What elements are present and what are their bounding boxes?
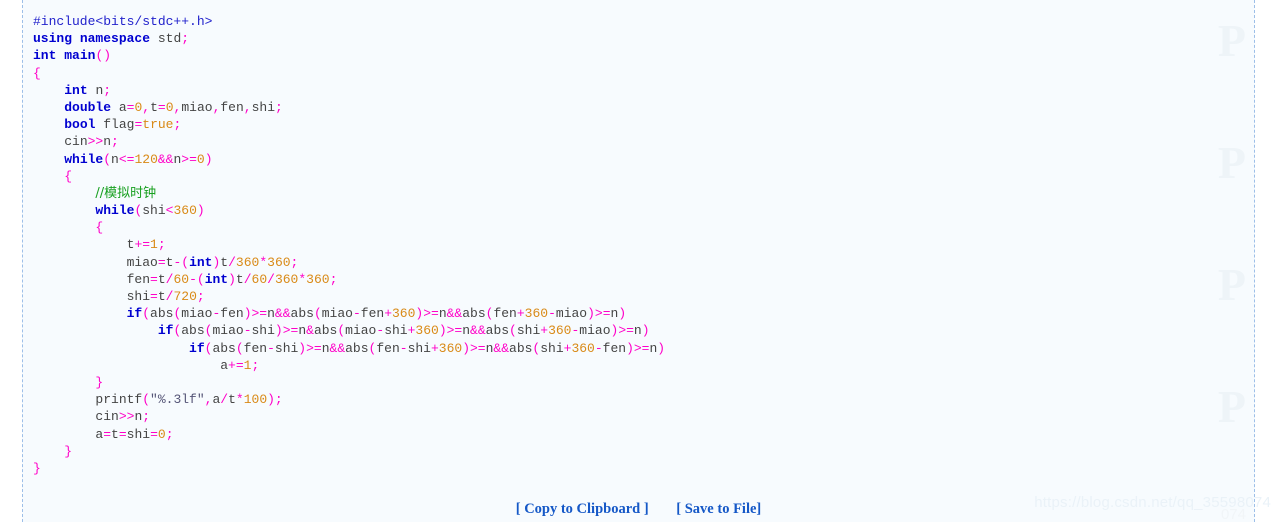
code-comment: //模拟时钟 <box>95 185 157 201</box>
code-panel: P P P P #include<bits/stdc++.h> using nam… <box>22 0 1255 522</box>
code-line: using namespace std; <box>33 31 190 47</box>
code-line: shi=t/720; <box>126 289 205 304</box>
code-line: miao=t-(int)t/360*360; <box>126 254 299 270</box>
code-line: { <box>95 220 104 236</box>
copy-to-clipboard-link[interactable]: [ Copy to Clipboard ] <box>516 501 649 517</box>
code-line: a=t=shi=0; <box>95 426 174 442</box>
code-line: fen=t/60-(int)t/60/360*360; <box>126 271 338 287</box>
code-line: a+=1; <box>220 357 260 373</box>
code-line: } <box>33 460 41 476</box>
code-line: double a=0,t=0,miao,fen,shi; <box>64 99 283 115</box>
code-text[interactable]: #include<bits/stdc++.h> using namespace s… <box>33 13 665 477</box>
code-line: if(abs(miao-shi)>=n&abs(miao-shi+360)>=n… <box>157 323 650 339</box>
code-line: bool flag=true; <box>64 117 182 133</box>
code-listing[interactable]: #include<bits/stdc++.h> using namespace s… <box>33 13 665 477</box>
watermark-letter-column: P P P P <box>1208 0 1248 522</box>
code-line: if(abs(fen-shi)>=n&&abs(fen-shi+360)>=n&… <box>189 340 666 356</box>
code-line: int n; <box>64 82 112 98</box>
save-to-file-link[interactable]: [ Save to File] <box>676 501 761 517</box>
code-line: } <box>95 374 104 390</box>
code-line: { <box>33 65 41 81</box>
code-line: t+=1; <box>126 237 166 253</box>
code-line: int main() <box>33 48 112 64</box>
watermark-letter-icon: P <box>1217 137 1246 188</box>
code-line: #include<bits/stdc++.h> <box>33 14 213 29</box>
code-block-footer: [ Copy to Clipboard ] [ Save to File] <box>0 500 1277 518</box>
code-line: { <box>64 168 73 184</box>
watermark-letter-icon: P <box>1217 15 1246 66</box>
code-line: if(abs(miao-fen)>=n&&abs(miao-fen+360)>=… <box>126 306 627 322</box>
watermark-letter-icon: P <box>1217 381 1246 432</box>
code-line: printf("%.3lf",a/t*100); <box>95 392 283 408</box>
code-line: //模拟时钟 <box>33 185 665 202</box>
code-line: cin>>n; <box>64 134 119 150</box>
code-line: while(n<=120&&n>=0) <box>64 151 213 167</box>
code-line: cin>>n; <box>95 409 151 425</box>
code-line: } <box>64 443 73 459</box>
watermark-letter-icon: P <box>1217 259 1246 310</box>
code-snippet-page: P P P P #include<bits/stdc++.h> using nam… <box>0 0 1277 522</box>
code-line: while(shi<360) <box>95 203 205 219</box>
